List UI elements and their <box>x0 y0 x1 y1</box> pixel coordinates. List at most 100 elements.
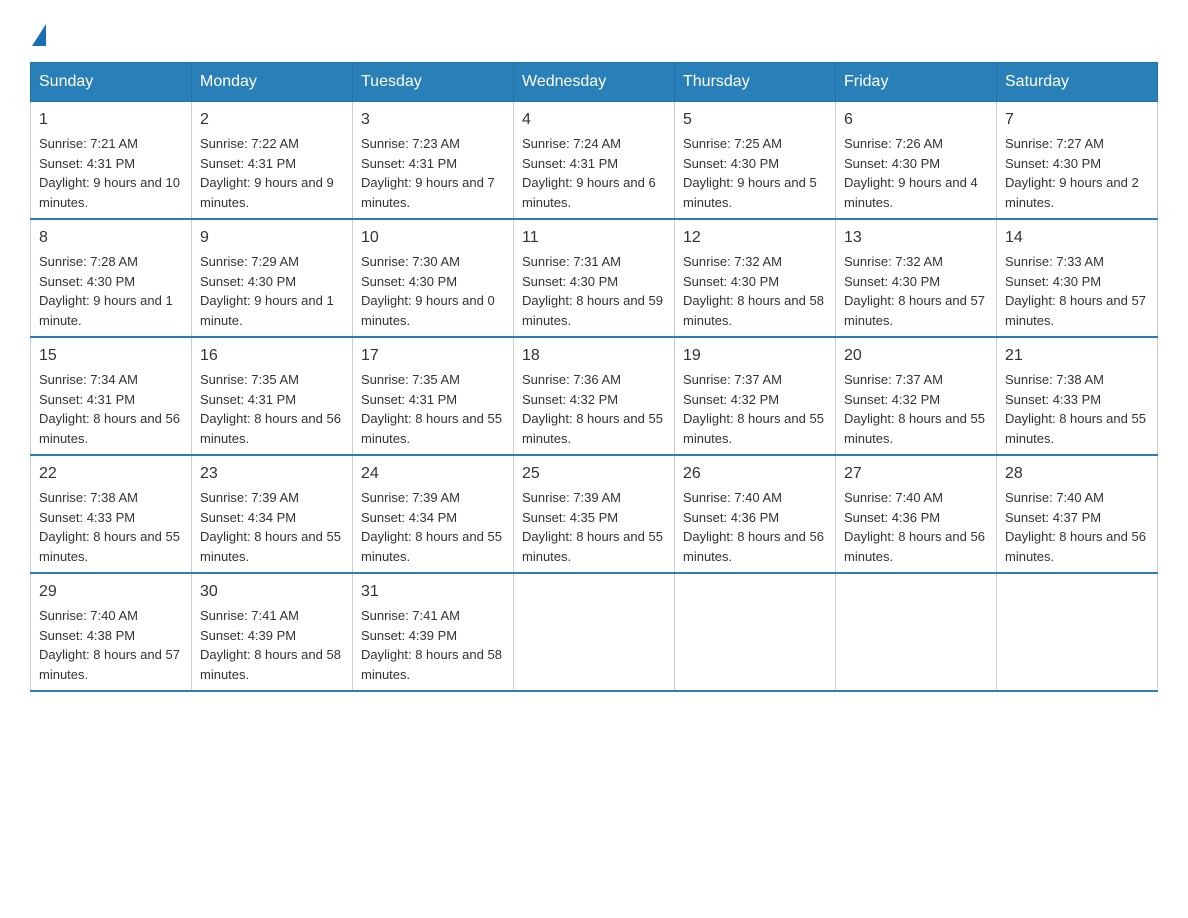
cell-content: Sunrise: 7:39 AMSunset: 4:34 PMDaylight:… <box>200 490 341 564</box>
cell-content: Sunrise: 7:38 AMSunset: 4:33 PMDaylight:… <box>1005 372 1146 446</box>
day-number: 23 <box>200 462 344 486</box>
day-of-week-header: Wednesday <box>514 63 675 102</box>
day-number: 20 <box>844 344 988 368</box>
cell-content: Sunrise: 7:33 AMSunset: 4:30 PMDaylight:… <box>1005 254 1146 328</box>
day-number: 3 <box>361 108 505 132</box>
calendar-cell: 12Sunrise: 7:32 AMSunset: 4:30 PMDayligh… <box>675 219 836 337</box>
calendar-cell: 10 Sunrise: 7:30 AMSunset: 4:30 PMDayligh… <box>353 219 514 337</box>
day-number: 29 <box>39 580 183 604</box>
cell-content: Sunrise: 7:31 AMSunset: 4:30 PMDaylight:… <box>522 254 663 328</box>
day-number: 9 <box>200 226 344 250</box>
cell-content: Sunrise: 7:35 AMSunset: 4:31 PMDaylight:… <box>200 372 341 446</box>
day-number: 15 <box>39 344 183 368</box>
cell-content: Sunrise: 7:41 AMSunset: 4:39 PMDaylight:… <box>200 608 341 682</box>
day-of-week-header: Friday <box>836 63 997 102</box>
day-of-week-header: Saturday <box>997 63 1158 102</box>
day-of-week-header: Sunday <box>31 63 192 102</box>
day-number: 2 <box>200 108 344 132</box>
page-header <box>30 20 1158 42</box>
day-number: 26 <box>683 462 827 486</box>
cell-content: Sunrise: 7:24 AMSunset: 4:31 PMDaylight:… <box>522 136 656 210</box>
cell-content: Sunrise: 7:40 AMSunset: 4:36 PMDaylight:… <box>844 490 985 564</box>
calendar-week-row: 29 Sunrise: 7:40 AMSunset: 4:38 PMDayligh… <box>31 573 1158 691</box>
calendar-cell: 25 Sunrise: 7:39 AMSunset: 4:35 PMDayligh… <box>514 455 675 573</box>
calendar-cell: 7 Sunrise: 7:27 AMSunset: 4:30 PMDaylight… <box>997 102 1158 220</box>
cell-content: Sunrise: 7:39 AMSunset: 4:34 PMDaylight:… <box>361 490 502 564</box>
calendar-cell <box>675 573 836 691</box>
day-number: 7 <box>1005 108 1149 132</box>
cell-content: Sunrise: 7:39 AMSunset: 4:35 PMDaylight:… <box>522 490 663 564</box>
cell-content: Sunrise: 7:29 AMSunset: 4:30 PMDaylight:… <box>200 254 334 328</box>
day-number: 10 <box>361 226 505 250</box>
day-number: 6 <box>844 108 988 132</box>
calendar-cell: 30 Sunrise: 7:41 AMSunset: 4:39 PMDayligh… <box>192 573 353 691</box>
calendar-cell: 9 Sunrise: 7:29 AMSunset: 4:30 PMDaylight… <box>192 219 353 337</box>
calendar-cell: 24 Sunrise: 7:39 AMSunset: 4:34 PMDayligh… <box>353 455 514 573</box>
day-number: 12 <box>683 226 827 250</box>
calendar-cell: 3 Sunrise: 7:23 AMSunset: 4:31 PMDaylight… <box>353 102 514 220</box>
day-number: 1 <box>39 108 183 132</box>
calendar-cell: 4 Sunrise: 7:24 AMSunset: 4:31 PMDaylight… <box>514 102 675 220</box>
calendar-cell: 5 Sunrise: 7:25 AMSunset: 4:30 PMDaylight… <box>675 102 836 220</box>
calendar-cell: 23 Sunrise: 7:39 AMSunset: 4:34 PMDayligh… <box>192 455 353 573</box>
day-number: 11 <box>522 226 666 250</box>
day-number: 4 <box>522 108 666 132</box>
day-number: 16 <box>200 344 344 368</box>
day-number: 28 <box>1005 462 1149 486</box>
calendar-cell: 13Sunrise: 7:32 AMSunset: 4:30 PMDayligh… <box>836 219 997 337</box>
calendar-cell <box>514 573 675 691</box>
calendar-week-row: 8 Sunrise: 7:28 AMSunset: 4:30 PMDaylight… <box>31 219 1158 337</box>
day-number: 19 <box>683 344 827 368</box>
calendar-cell <box>836 573 997 691</box>
cell-content: Sunrise: 7:34 AMSunset: 4:31 PMDaylight:… <box>39 372 180 446</box>
calendar-cell: 15 Sunrise: 7:34 AMSunset: 4:31 PMDayligh… <box>31 337 192 455</box>
calendar-cell: 21 Sunrise: 7:38 AMSunset: 4:33 PMDayligh… <box>997 337 1158 455</box>
calendar-header-row: SundayMondayTuesdayWednesdayThursdayFrid… <box>31 63 1158 102</box>
cell-content: Sunrise: 7:37 AMSunset: 4:32 PMDaylight:… <box>683 372 824 446</box>
day-number: 17 <box>361 344 505 368</box>
day-number: 5 <box>683 108 827 132</box>
day-of-week-header: Tuesday <box>353 63 514 102</box>
cell-content: Sunrise: 7:22 AMSunset: 4:31 PMDaylight:… <box>200 136 334 210</box>
logo <box>30 20 46 42</box>
calendar-week-row: 15 Sunrise: 7:34 AMSunset: 4:31 PMDayligh… <box>31 337 1158 455</box>
cell-content: Sunrise: 7:28 AMSunset: 4:30 PMDaylight:… <box>39 254 173 328</box>
calendar-cell: 20 Sunrise: 7:37 AMSunset: 4:32 PMDayligh… <box>836 337 997 455</box>
day-number: 21 <box>1005 344 1149 368</box>
day-number: 13 <box>844 226 988 250</box>
calendar-cell: 1 Sunrise: 7:21 AMSunset: 4:31 PMDaylight… <box>31 102 192 220</box>
day-number: 27 <box>844 462 988 486</box>
cell-content: Sunrise: 7:30 AMSunset: 4:30 PMDaylight:… <box>361 254 495 328</box>
cell-content: Sunrise: 7:36 AMSunset: 4:32 PMDaylight:… <box>522 372 663 446</box>
day-number: 18 <box>522 344 666 368</box>
calendar-cell: 26 Sunrise: 7:40 AMSunset: 4:36 PMDayligh… <box>675 455 836 573</box>
cell-content: Sunrise: 7:38 AMSunset: 4:33 PMDaylight:… <box>39 490 180 564</box>
day-number: 24 <box>361 462 505 486</box>
day-number: 8 <box>39 226 183 250</box>
calendar-cell: 2 Sunrise: 7:22 AMSunset: 4:31 PMDaylight… <box>192 102 353 220</box>
cell-content: Sunrise: 7:21 AMSunset: 4:31 PMDaylight:… <box>39 136 180 210</box>
calendar-week-row: 22Sunrise: 7:38 AMSunset: 4:33 PMDayligh… <box>31 455 1158 573</box>
day-of-week-header: Thursday <box>675 63 836 102</box>
cell-content: Sunrise: 7:23 AMSunset: 4:31 PMDaylight:… <box>361 136 495 210</box>
calendar-week-row: 1 Sunrise: 7:21 AMSunset: 4:31 PMDaylight… <box>31 102 1158 220</box>
cell-content: Sunrise: 7:40 AMSunset: 4:36 PMDaylight:… <box>683 490 824 564</box>
cell-content: Sunrise: 7:27 AMSunset: 4:30 PMDaylight:… <box>1005 136 1139 210</box>
calendar-cell: 11 Sunrise: 7:31 AMSunset: 4:30 PMDayligh… <box>514 219 675 337</box>
calendar-cell: 22Sunrise: 7:38 AMSunset: 4:33 PMDayligh… <box>31 455 192 573</box>
day-number: 30 <box>200 580 344 604</box>
day-number: 25 <box>522 462 666 486</box>
cell-content: Sunrise: 7:41 AMSunset: 4:39 PMDaylight:… <box>361 608 502 682</box>
day-number: 14 <box>1005 226 1149 250</box>
calendar-cell: 29 Sunrise: 7:40 AMSunset: 4:38 PMDayligh… <box>31 573 192 691</box>
day-of-week-header: Monday <box>192 63 353 102</box>
calendar-cell: 6 Sunrise: 7:26 AMSunset: 4:30 PMDaylight… <box>836 102 997 220</box>
cell-content: Sunrise: 7:35 AMSunset: 4:31 PMDaylight:… <box>361 372 502 446</box>
cell-content: Sunrise: 7:25 AMSunset: 4:30 PMDaylight:… <box>683 136 817 210</box>
day-number: 31 <box>361 580 505 604</box>
calendar-cell: 18 Sunrise: 7:36 AMSunset: 4:32 PMDayligh… <box>514 337 675 455</box>
cell-content: Sunrise: 7:40 AMSunset: 4:37 PMDaylight:… <box>1005 490 1146 564</box>
cell-content: Sunrise: 7:26 AMSunset: 4:30 PMDaylight:… <box>844 136 978 210</box>
cell-content: Sunrise: 7:40 AMSunset: 4:38 PMDaylight:… <box>39 608 180 682</box>
cell-content: Sunrise: 7:37 AMSunset: 4:32 PMDaylight:… <box>844 372 985 446</box>
